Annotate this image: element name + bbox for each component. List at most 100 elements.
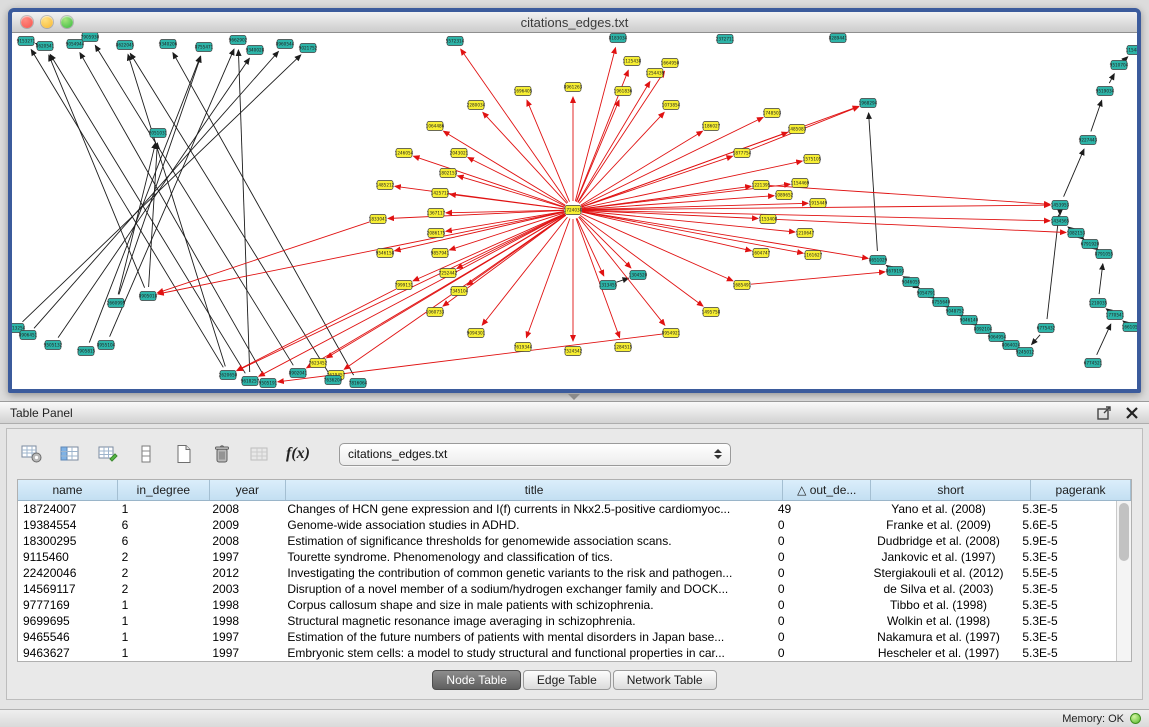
graph-node[interactable]: 7905815: [77, 347, 96, 356]
tab-node-table[interactable]: Node Table: [432, 670, 521, 690]
graph-node[interactable]: 1304520: [629, 271, 648, 280]
graph-node[interactable]: 1770541: [1106, 311, 1125, 320]
close-panel-icon[interactable]: [1125, 406, 1139, 420]
table-row[interactable]: 946554611997Estimation of the future num…: [18, 629, 1116, 645]
graph-node[interactable]: 1425712: [431, 189, 450, 198]
graph-node[interactable]: 1915449: [809, 199, 828, 208]
graph-node[interactable]: 9064954: [988, 333, 1007, 342]
graph-node[interactable]: 1575105: [803, 155, 822, 164]
zoom-window-button[interactable]: [61, 16, 73, 28]
graph-node[interactable]: 8289441: [829, 34, 848, 43]
table-selector-dropdown[interactable]: citations_edges.txt: [339, 443, 731, 466]
graph-node[interactable]: 9046140: [960, 316, 979, 325]
graph-node[interactable]: 8954921: [662, 329, 681, 338]
graph-node[interactable]: 7619344: [514, 343, 533, 352]
graph-node[interactable]: 6775432: [1037, 324, 1056, 333]
graph-node[interactable]: 8620541: [36, 42, 55, 51]
graph-node[interactable]: 1186027: [702, 122, 721, 131]
table-row[interactable]: 2242004622012Investigating the contribut…: [18, 565, 1116, 581]
graph-node[interactable]: 1495758: [702, 308, 721, 317]
graph-node[interactable]: 1696405: [514, 87, 533, 96]
graph-node[interactable]: 9054791: [917, 289, 936, 298]
graph-node[interactable]: 8955104: [97, 341, 116, 350]
graph-node[interactable]: 9546158: [376, 249, 395, 258]
graph-node[interactable]: 8092104: [974, 325, 993, 334]
new-document-button[interactable]: [169, 439, 199, 469]
graph-node[interactable]: 8622045: [116, 41, 135, 50]
graph-node[interactable]: 1210647: [796, 229, 815, 238]
column-header-short[interactable]: short: [871, 480, 1031, 500]
graph-node[interactable]: 7905930: [81, 33, 100, 42]
graph-node[interactable]: 1254439: [646, 69, 665, 78]
graph-node[interactable]: 2620650: [219, 371, 238, 380]
graph-node[interactable]: 1125438: [623, 57, 642, 66]
table-row[interactable]: 946362711997Embryonic stem cells: a mode…: [18, 645, 1116, 661]
tab-edge-table[interactable]: Edge Table: [523, 670, 611, 690]
graph-node[interactable]: 1802153: [439, 169, 458, 178]
graph-node[interactable]: 9046055: [902, 278, 921, 287]
graph-node[interactable]: 1060733: [426, 308, 445, 317]
graph-node[interactable]: 8755471: [195, 43, 214, 52]
graph-node[interactable]: 1064486: [426, 122, 445, 131]
graph-node[interactable]: 2051031: [149, 129, 168, 138]
graph-node[interactable]: 9618257: [241, 377, 260, 386]
graph-node[interactable]: 1453953: [1051, 201, 1070, 210]
table-row[interactable]: 1456911722003Disruption of a novel membe…: [18, 581, 1116, 597]
graph-node[interactable]: 8902041: [289, 369, 308, 378]
graph-node[interactable]: 1313455: [599, 281, 618, 290]
graph-node[interactable]: 1748503: [763, 109, 782, 118]
table-row[interactable]: 1830029562008Estimation of significance …: [18, 533, 1116, 549]
graph-node[interactable]: 8905018: [139, 292, 158, 301]
table-row[interactable]: 969969511998Structural magnetic resonanc…: [18, 613, 1116, 629]
graph-node[interactable]: 8961263: [564, 83, 583, 92]
graph-node[interactable]: 1073854: [662, 101, 681, 110]
graph-node[interactable]: 2372711: [716, 35, 735, 44]
graph-node[interactable]: 1833041: [369, 215, 388, 224]
graph-node[interactable]: 8906451: [19, 331, 38, 340]
edit-table-button[interactable]: [93, 439, 123, 469]
table-row[interactable]: 977716911998Corpus callosum shape and si…: [18, 597, 1116, 613]
graph-node[interactable]: 9153271: [17, 37, 36, 46]
graph-node[interactable]: 7252442: [439, 269, 458, 278]
float-panel-icon[interactable]: [1097, 406, 1111, 420]
graph-node[interactable]: 9519034: [1096, 87, 1115, 96]
graph-node[interactable]: 1485212: [376, 181, 395, 190]
graph-node[interactable]: 7816064: [349, 379, 368, 388]
graph-node[interactable]: 1724038: [564, 206, 583, 215]
graph-node[interactable]: 1968294: [859, 99, 878, 108]
graph-node[interactable]: 1221395: [752, 181, 771, 190]
table-options-button[interactable]: [17, 439, 47, 469]
column-header-year[interactable]: year: [210, 480, 286, 500]
graph-node[interactable]: 1153408: [759, 215, 778, 224]
graph-node[interactable]: 5572314: [446, 37, 465, 46]
graph-node[interactable]: 1284515: [614, 343, 633, 352]
scrollbar-thumb[interactable]: [1119, 503, 1129, 561]
table-row[interactable]: 1938455462009Genome-wide association stu…: [18, 517, 1116, 533]
graph-node[interactable]: 9505191: [259, 379, 278, 388]
graph-node[interactable]: 1604747: [752, 249, 771, 258]
graph-node[interactable]: 1485083: [788, 125, 807, 134]
column-header-out_de[interactable]: △ out_de...: [783, 480, 871, 500]
graph-node[interactable]: 9094301: [467, 329, 486, 338]
graph-node[interactable]: 2660995: [107, 299, 126, 308]
graph-node[interactable]: 9245012: [1016, 348, 1035, 357]
window-titlebar[interactable]: citations_edges.txt: [12, 12, 1137, 33]
graph-node[interactable]: 8183034: [609, 34, 628, 43]
graph-node[interactable]: 1664950: [661, 59, 680, 68]
graph-node[interactable]: 1685491: [733, 281, 752, 290]
panel-divider-handle[interactable]: [568, 394, 580, 400]
graph-node[interactable]: 1082153: [1067, 229, 1086, 238]
graph-node[interactable]: 7345104: [450, 287, 469, 296]
graph-node[interactable]: 6774521: [1084, 359, 1103, 368]
graph-node[interactable]: 7524542: [564, 347, 583, 356]
graph-node[interactable]: 1161627: [804, 251, 823, 260]
graph-node[interactable]: 7999131: [395, 281, 414, 290]
graph-node[interactable]: 9340206: [159, 40, 178, 49]
graph-node[interactable]: 1154469: [791, 179, 810, 188]
import-table-button[interactable]: [245, 439, 275, 469]
graph-node[interactable]: 1210035: [1089, 299, 1108, 308]
column-header-title[interactable]: title: [286, 480, 784, 500]
trash-button[interactable]: [207, 439, 237, 469]
graph-node[interactable]: 9662902: [229, 36, 248, 45]
table-row[interactable]: 1872400712008Changes of HCN gene express…: [18, 501, 1116, 517]
